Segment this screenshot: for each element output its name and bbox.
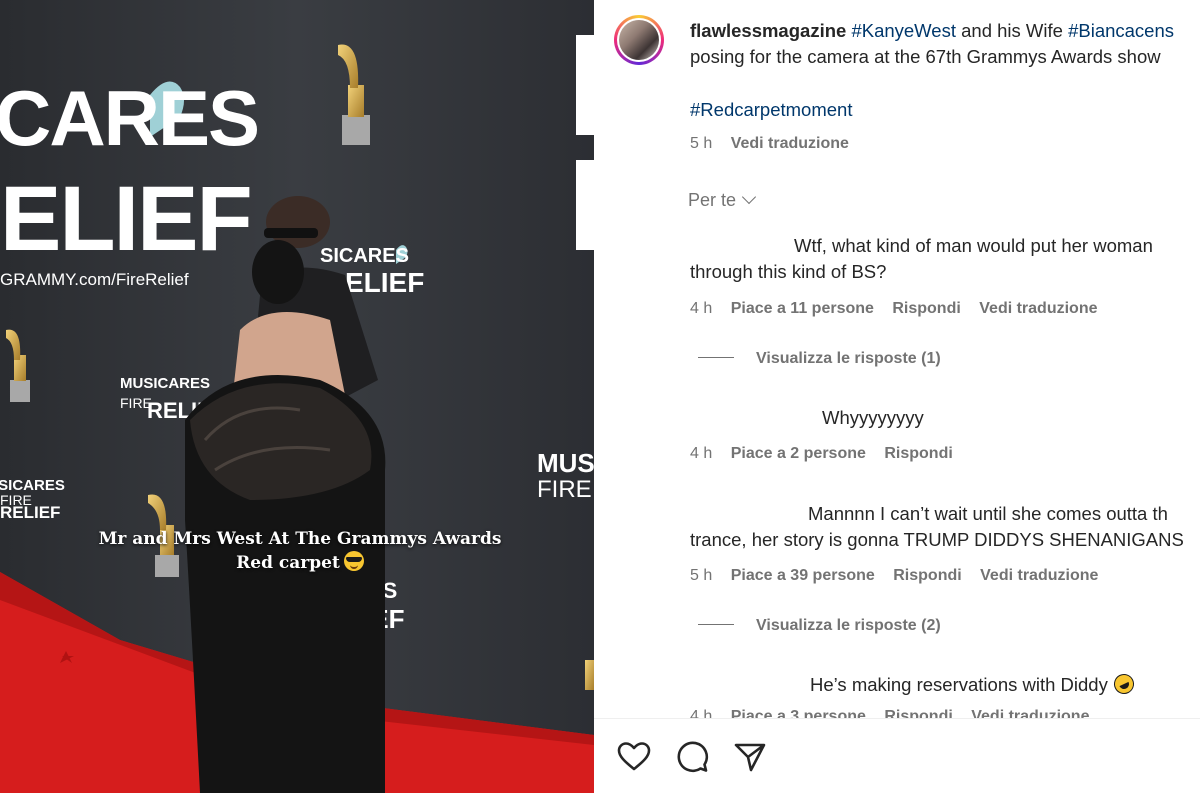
heart-icon bbox=[617, 742, 651, 771]
backdrop-logo-small-1: MUSICARES bbox=[120, 375, 210, 392]
hashtag-kanyewest[interactable]: #KanyeWest bbox=[851, 20, 956, 41]
instagram-post-view: CARES ELIEF GRAMMY.com/FireRelief SICARE… bbox=[0, 0, 1200, 793]
backdrop-logo-big-1: CARES bbox=[0, 74, 258, 162]
avatar[interactable] bbox=[614, 15, 664, 65]
backdrop-logo-right-1: MUSI bbox=[537, 448, 594, 478]
comment-text: through this kind of BS? bbox=[690, 261, 887, 282]
comment-text: trance, her story is gonna TRUMP DIDDYS … bbox=[690, 529, 1184, 550]
comment-likes[interactable]: Piace a 3 persone bbox=[731, 708, 866, 718]
comment-3: Mannnn I can’t wait until she comes outt… bbox=[690, 501, 1184, 553]
hashtag-redcarpetmoment[interactable]: #Redcarpetmoment bbox=[690, 99, 852, 120]
comment-likes[interactable]: Piace a 2 persone bbox=[731, 445, 866, 462]
caption-text-1: and his Wife bbox=[956, 20, 1069, 41]
comment-meta: 4 h Piace a 2 persone Rispondi bbox=[690, 445, 967, 463]
caption-text-2: posing for the camera at the 67th Grammy… bbox=[690, 46, 1161, 67]
chevron-down-icon bbox=[741, 189, 757, 205]
comments-scroll-area[interactable]: flawlessmagazine #KanyeWest and his Wife… bbox=[594, 0, 1200, 718]
comment-2: Whyyyyyyyy bbox=[822, 405, 924, 431]
post-time: 5 h bbox=[690, 135, 713, 152]
share-icon bbox=[734, 743, 766, 772]
post-meta: 5 h Vedi traduzione bbox=[690, 135, 863, 153]
translate-link[interactable]: Vedi traduzione bbox=[980, 567, 1098, 584]
comment-button[interactable] bbox=[674, 739, 710, 775]
reply-button[interactable]: Rispondi bbox=[884, 445, 952, 462]
comment-icon bbox=[677, 741, 709, 773]
backdrop-logo-mid-1: SICARES bbox=[320, 245, 409, 267]
comment-meta: 5 h Piace a 39 persone Rispondi Vedi tra… bbox=[690, 567, 1112, 585]
view-replies-label: Visualizza le risposte (1) bbox=[756, 350, 941, 367]
view-replies-button[interactable]: Visualizza le risposte (1) bbox=[698, 350, 941, 368]
rofl-emoji-icon bbox=[1110, 670, 1138, 698]
reply-button[interactable]: Rispondi bbox=[892, 300, 960, 317]
backdrop-logo-edge-3: RELIEF bbox=[0, 503, 60, 522]
comment-time: 4 h bbox=[690, 445, 713, 462]
post-video[interactable]: CARES ELIEF GRAMMY.com/FireRelief SICARE… bbox=[0, 0, 594, 793]
comment-text: Mannnn I can’t wait until she comes outt… bbox=[808, 503, 1168, 524]
video-caption-line2: Red carpet bbox=[236, 553, 340, 573]
backdrop-url: GRAMMY.com/FireRelief bbox=[0, 270, 189, 289]
comment-text: Whyyyyyyyy bbox=[822, 407, 924, 428]
view-replies-button[interactable]: Visualizza le risposte (2) bbox=[698, 617, 941, 635]
comment-meta: 4 h Piace a 11 persone Rispondi Vedi tra… bbox=[690, 300, 1112, 318]
comment-text: He’s making reservations with Diddy bbox=[810, 674, 1108, 695]
comment-time: 4 h bbox=[690, 300, 713, 317]
post-username[interactable]: flawlessmagazine bbox=[690, 20, 846, 41]
grammy-trophy-right bbox=[585, 660, 594, 690]
replies-divider bbox=[698, 624, 734, 625]
like-button[interactable] bbox=[616, 739, 652, 775]
view-replies-label: Visualizza le risposte (2) bbox=[756, 617, 941, 634]
sunglasses-emoji-icon bbox=[343, 551, 364, 571]
comments-filter-label: Per te bbox=[688, 190, 737, 210]
comment-meta: 4 h Piace a 3 persone Rispondi Vedi trad… bbox=[690, 708, 1103, 718]
comment-likes[interactable]: Piace a 39 persone bbox=[731, 567, 875, 584]
hashtag-biancacens[interactable]: #Biancacens bbox=[1068, 20, 1174, 41]
translate-link[interactable]: Vedi traduzione bbox=[979, 300, 1097, 317]
share-button[interactable] bbox=[732, 739, 768, 775]
video-frame: CARES ELIEF GRAMMY.com/FireRelief SICARE… bbox=[0, 0, 594, 793]
backdrop-logo-big-2: ELIEF bbox=[0, 168, 251, 270]
post-translate-link[interactable]: Vedi traduzione bbox=[731, 135, 849, 152]
comments-filter[interactable]: Per te bbox=[688, 189, 757, 211]
replies-divider bbox=[698, 357, 734, 358]
backdrop-logo-right-2: FIRE bbox=[537, 476, 592, 503]
post-action-bar bbox=[594, 718, 1200, 793]
translate-link[interactable]: Vedi traduzione bbox=[971, 708, 1089, 718]
post-caption: flawlessmagazine #KanyeWest and his Wife… bbox=[690, 18, 1200, 70]
reply-button[interactable]: Rispondi bbox=[884, 708, 952, 718]
comment-1: Wtf, what kind of man would put her woma… bbox=[690, 233, 1153, 285]
comment-4: He’s making reservations with Diddy bbox=[810, 670, 1138, 698]
video-caption-line1: Mr and Mrs West At The Grammys Awards bbox=[98, 529, 502, 549]
comment-time: 4 h bbox=[690, 708, 713, 718]
backdrop-logo-mid-2: ELIEF bbox=[345, 267, 424, 298]
post-details-panel: flawlessmagazine #KanyeWest and his Wife… bbox=[594, 0, 1200, 793]
comment-text: Wtf, what kind of man would put her woma… bbox=[794, 235, 1153, 256]
reply-button[interactable]: Rispondi bbox=[893, 567, 961, 584]
comment-likes[interactable]: Piace a 11 persone bbox=[731, 300, 874, 317]
comment-time: 5 h bbox=[690, 567, 713, 584]
video-caption: Mr and Mrs West At The Grammys Awards Re… bbox=[90, 528, 510, 575]
